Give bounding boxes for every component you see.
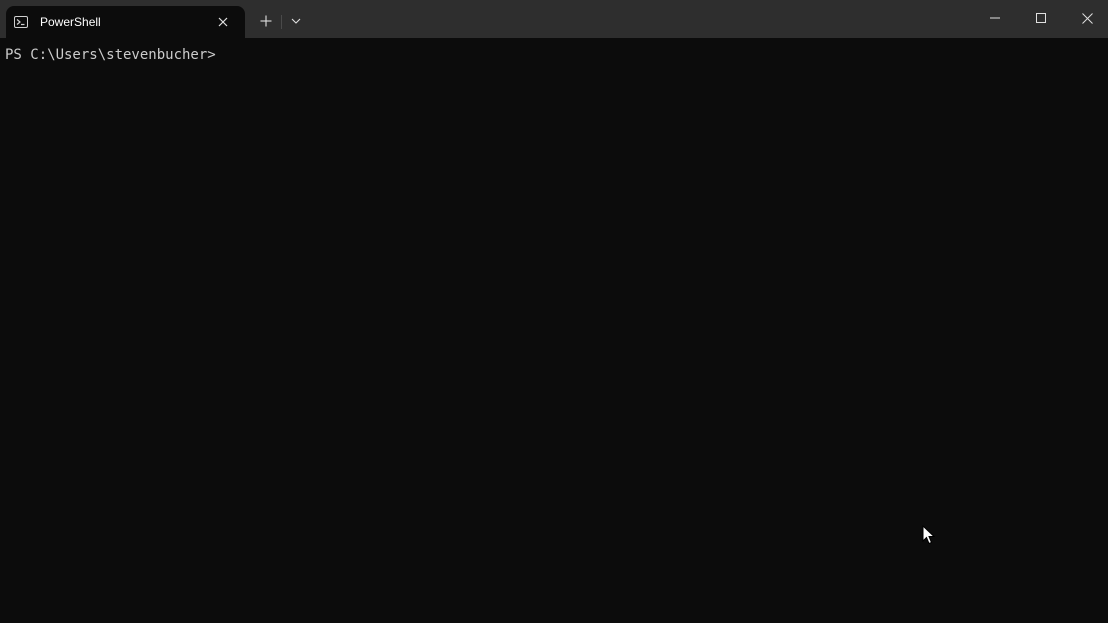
terminal-pane[interactable]: PS C:\Users\stevenbucher> [0,38,1108,623]
mouse-pointer-icon [922,524,936,545]
close-icon [1081,12,1093,24]
maximize-button[interactable] [1018,0,1064,36]
maximize-icon [1036,13,1046,23]
tab-title: PowerShell [40,15,101,29]
plus-icon [260,15,272,27]
close-window-button[interactable] [1064,0,1108,36]
profiles-dropdown-button[interactable] [284,10,308,32]
title-bar[interactable]: PowerShell [0,0,1108,38]
tab-powershell[interactable]: PowerShell [6,6,245,38]
close-tab-icon[interactable] [215,14,231,30]
chevron-down-icon [291,18,301,24]
tab-divider [281,15,282,29]
minimize-icon [990,17,1000,19]
terminal-window: PowerShell PS C:\Users\stevenbucher> [0,0,1108,623]
new-tab-button[interactable] [254,10,278,32]
shell-prompt: PS C:\Users\stevenbucher> [5,47,216,63]
powershell-icon [14,15,28,28]
minimize-button[interactable] [972,0,1018,36]
